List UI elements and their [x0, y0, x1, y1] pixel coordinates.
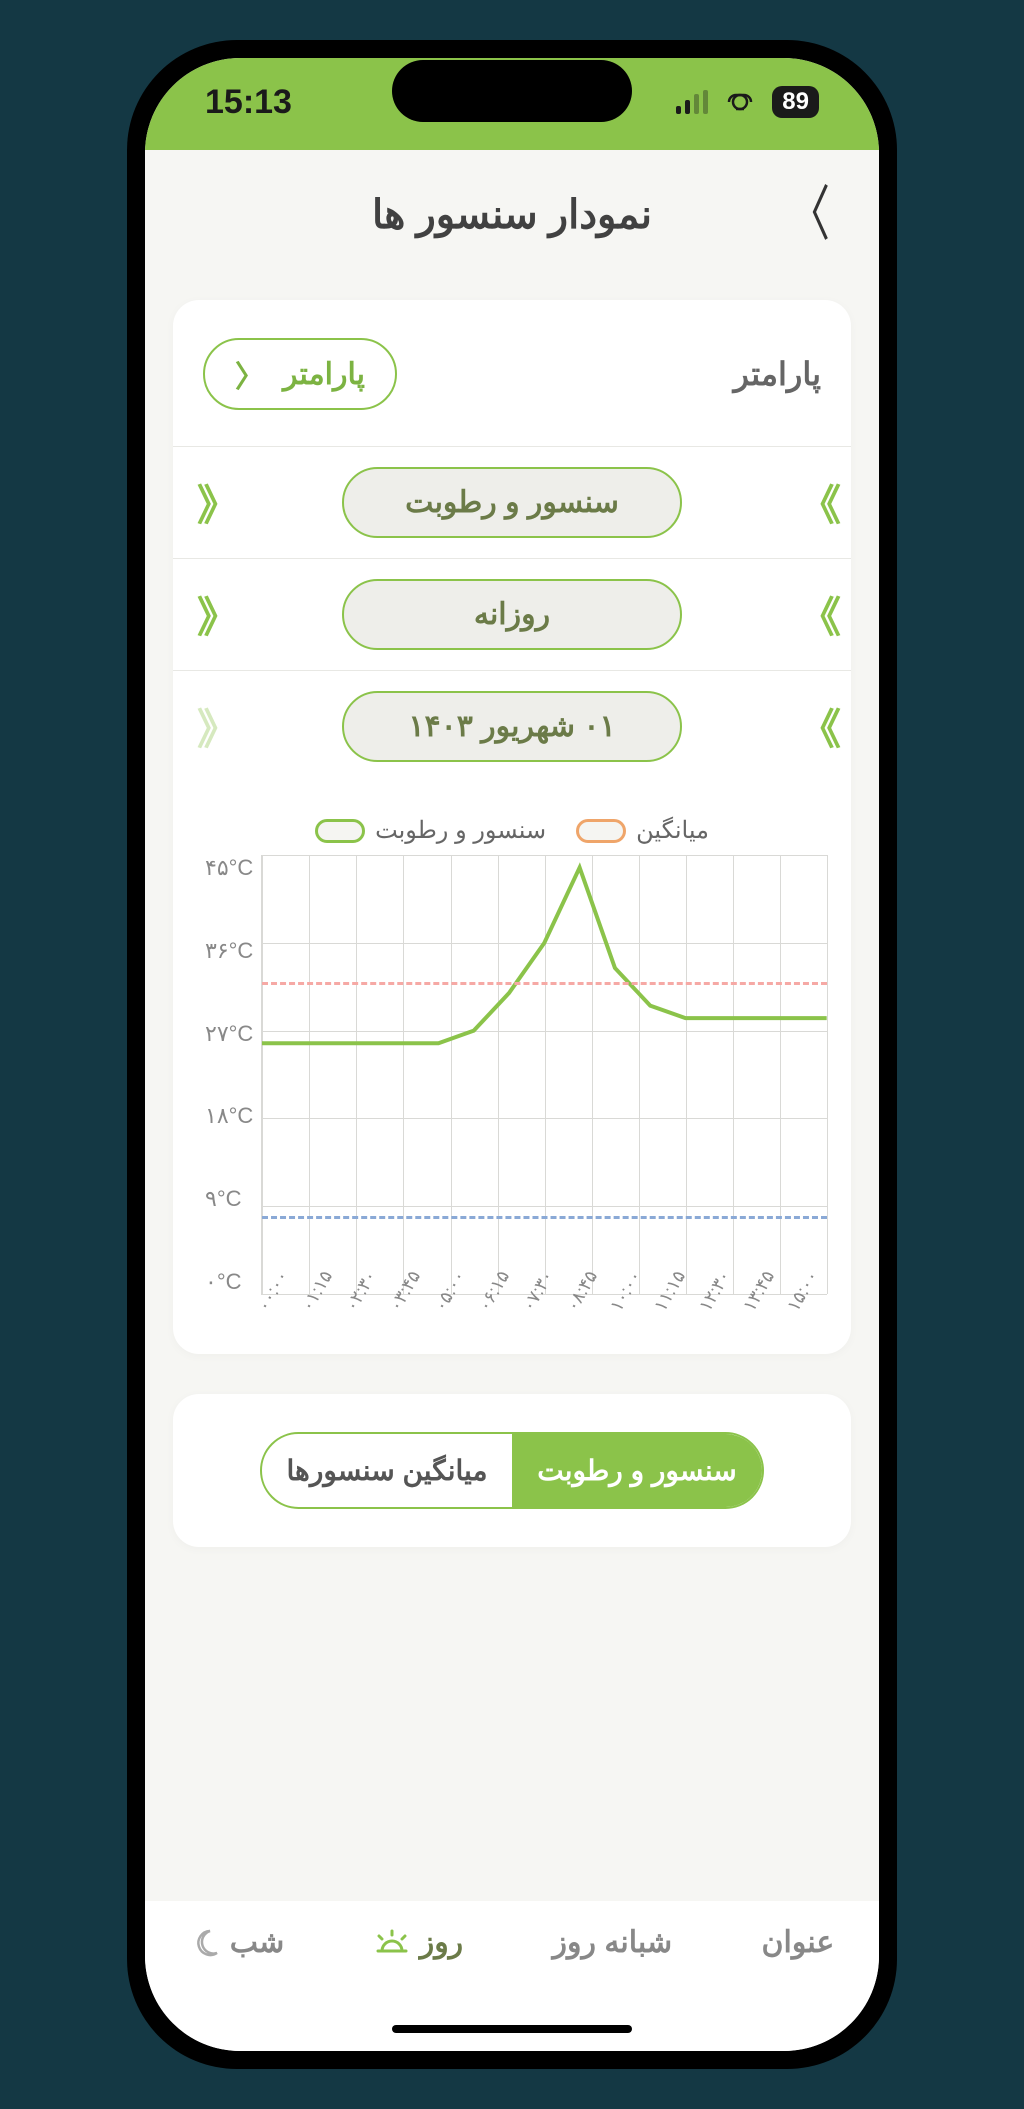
sensor-chip[interactable]: سنسور و رطوبت — [342, 467, 682, 538]
status-icons: 89 — [676, 86, 819, 118]
chevron-left-icon: 〈 — [235, 352, 265, 396]
sensor-next-icon[interactable]: 》 — [799, 472, 827, 533]
legend-series: سنسور و رطوبت — [315, 816, 546, 845]
y-axis: ۴۵°C۳۶°C۲۷°C۱۸°C۹°C۰°C — [197, 855, 261, 1295]
plot-area — [261, 855, 827, 1295]
app-header: نمودار سنسور ها 〉 — [145, 150, 879, 280]
date-chip-label: ۰۱ شهریور ۱۴۰۳ — [408, 710, 615, 743]
period-chip[interactable]: روزانه — [342, 579, 682, 650]
legend-avg-label: میانگین — [636, 816, 709, 845]
param-button-label: پارامتر — [283, 357, 365, 392]
home-indicator[interactable] — [392, 2025, 632, 2033]
sensor-selector-row: 》 سنسور و رطوبت 《 — [197, 453, 827, 552]
param-label: پارامتر — [734, 355, 821, 393]
sensor-chip-label: سنسور و رطوبت — [405, 486, 619, 519]
chart-box: ۴۵°C۳۶°C۲۷°C۱۸°C۹°C۰°C — [197, 855, 827, 1295]
back-icon[interactable]: 〉 — [788, 185, 830, 245]
nav-day-night[interactable]: شبانه روز — [553, 1925, 673, 1960]
divider — [173, 558, 851, 559]
nav-day[interactable]: روز — [374, 1925, 463, 1960]
legend-series-label: سنسور و رطوبت — [375, 816, 546, 845]
date-selector-row: 》 ۰۱ شهریور ۱۴۰۳ 《 — [197, 677, 827, 776]
bottom-nav: عنوان شبانه روز روز شب — [145, 1901, 879, 2051]
chart-area: میانگین سنسور و رطوبت ۴۵°C۳۶°C۲۷°C۱۸°C۹°… — [197, 816, 827, 1326]
date-prev-icon[interactable]: 《 — [197, 696, 225, 757]
link-icon — [722, 90, 758, 114]
nav-title[interactable]: عنوان — [761, 1925, 834, 1960]
plot-svg — [262, 855, 827, 1420]
divider — [173, 446, 851, 447]
phone-frame: 15:13 89 نمودار سنسور ها 〉 پارامتر پارام… — [127, 40, 897, 2069]
divider — [173, 670, 851, 671]
nav-night[interactable]: شب — [190, 1925, 285, 1960]
date-chip[interactable]: ۰۱ شهریور ۱۴۰۳ — [342, 691, 682, 762]
period-prev-icon[interactable]: 《 — [197, 584, 225, 645]
sensor-prev-icon[interactable]: 《 — [197, 472, 225, 533]
controls-card: پارامتر پارامتر 〈 》 سنسور و رطوبت 《 》 رو… — [173, 300, 851, 1354]
screen: 15:13 89 نمودار سنسور ها 〉 پارامتر پارام… — [145, 58, 879, 2051]
moon-icon — [190, 1928, 220, 1958]
legend-avg-swatch — [576, 819, 626, 843]
signal-icon — [676, 90, 708, 114]
sun-icon — [374, 1929, 410, 1957]
param-button[interactable]: پارامتر 〈 — [203, 338, 397, 410]
toggle-active[interactable]: سنسور و رطوبت — [512, 1434, 762, 1507]
date-next-icon[interactable]: 》 — [799, 696, 827, 757]
legend-series-swatch — [315, 819, 365, 843]
nav-night-label: شب — [230, 1925, 285, 1960]
battery-icon: 89 — [772, 86, 819, 118]
legend-avg: میانگین — [576, 816, 709, 845]
notch — [392, 60, 632, 122]
series-toggle: سنسور و رطوبت میانگین سنسورها — [260, 1432, 764, 1509]
toggle-inactive[interactable]: میانگین سنسورها — [262, 1434, 512, 1507]
param-row: پارامتر پارامتر 〈 — [197, 328, 827, 440]
period-selector-row: 》 روزانه 《 — [197, 565, 827, 664]
period-next-icon[interactable]: 》 — [799, 584, 827, 645]
nav-day-label: روز — [420, 1925, 463, 1960]
page-title: نمودار سنسور ها — [372, 192, 652, 238]
chart-legend: میانگین سنسور و رطوبت — [197, 816, 827, 845]
status-time: 15:13 — [205, 83, 292, 122]
period-chip-label: روزانه — [474, 598, 550, 631]
